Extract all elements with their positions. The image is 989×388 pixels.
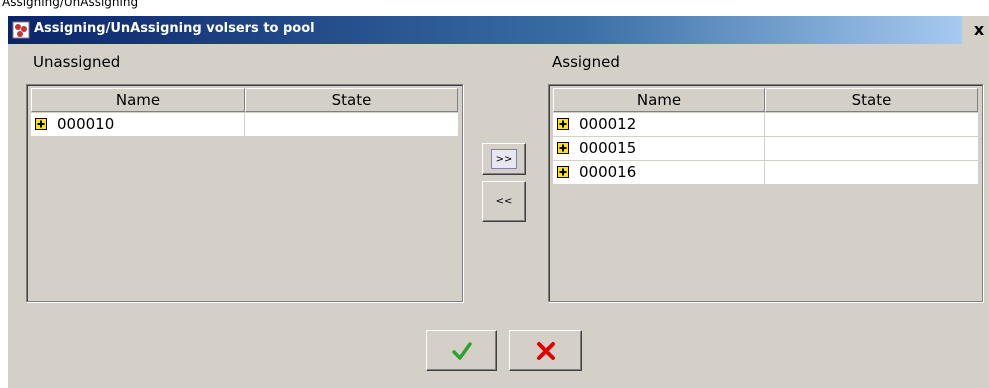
red-x-icon: [537, 342, 555, 360]
volser-state: [765, 137, 978, 160]
dialog-body: Unassigned Name State 000010 >> << Assig…: [8, 44, 989, 388]
close-icon: x: [973, 20, 985, 39]
unassign-button-label: <<: [495, 196, 513, 207]
unassigned-row-name: 000010: [31, 113, 245, 136]
assigned-row[interactable]: 000016: [553, 161, 978, 185]
volser-name: 000016: [579, 163, 637, 181]
assigned-label: Assigned: [552, 53, 620, 71]
background-window-title: Assigning/UnAssigning: [0, 0, 989, 16]
assign-button-label: >>: [491, 149, 517, 169]
volser-name: 000015: [579, 139, 637, 157]
assigned-row-name: 000016: [553, 161, 765, 184]
assigned-row-name: 000015: [553, 137, 765, 160]
title-bar[interactable]: Assigning/UnAssigning volsers to pool x: [8, 16, 989, 44]
volser-name: 000010: [57, 115, 115, 133]
app-icon: [12, 21, 30, 39]
unassigned-header-state[interactable]: State: [245, 88, 458, 112]
unassigned-header-name[interactable]: Name: [31, 88, 245, 112]
background-title-text: Assigning/UnAssigning: [2, 0, 139, 9]
dialog-window: Assigning/UnAssigning Assigning/UnAssign…: [0, 0, 989, 388]
unassign-button[interactable]: <<: [482, 181, 526, 222]
volser-state: [765, 113, 978, 136]
unassigned-label: Unassigned: [33, 53, 121, 71]
ok-button[interactable]: [426, 330, 497, 371]
volser-icon: [557, 118, 569, 130]
assigned-header-name[interactable]: Name: [553, 88, 765, 112]
assigned-row[interactable]: 000012: [553, 113, 978, 137]
volser-name: 000012: [579, 115, 637, 133]
assign-button[interactable]: >>: [482, 143, 526, 175]
volser-state: [245, 113, 458, 136]
assigned-row-name: 000012: [553, 113, 765, 136]
close-button[interactable]: x: [969, 19, 989, 41]
assigned-table[interactable]: Name State 000012 000015 000016: [548, 84, 983, 302]
volser-icon: [557, 166, 569, 178]
checkmark-icon: [452, 342, 472, 360]
cancel-button[interactable]: [509, 330, 582, 371]
volser-icon: [557, 142, 569, 154]
assigned-row[interactable]: 000015: [553, 137, 978, 161]
unassigned-table[interactable]: Name State 000010: [26, 84, 463, 302]
unassigned-row[interactable]: 000010: [31, 113, 458, 137]
volser-state: [765, 161, 978, 184]
volser-icon: [35, 118, 47, 130]
assigned-header-state[interactable]: State: [765, 88, 978, 112]
window-title: Assigning/UnAssigning volsers to pool: [34, 21, 315, 36]
